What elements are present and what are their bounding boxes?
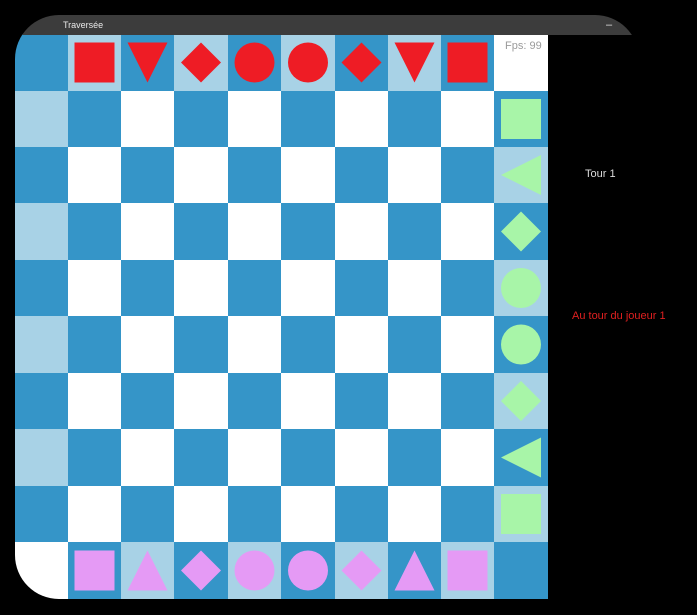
board-cell[interactable] xyxy=(15,486,68,542)
board-cell[interactable] xyxy=(15,316,68,373)
board-cell[interactable] xyxy=(281,316,335,373)
board-cell[interactable] xyxy=(335,147,388,203)
game-window: Traversée – Fps: 99 xyxy=(15,15,639,599)
board-cell[interactable] xyxy=(441,91,494,147)
board-cell[interactable] xyxy=(228,91,281,147)
board-cell[interactable] xyxy=(388,486,441,542)
board-cell[interactable] xyxy=(174,147,228,203)
board-cell[interactable] xyxy=(15,542,68,599)
board-cell[interactable] xyxy=(441,203,494,260)
board-cell[interactable] xyxy=(228,203,281,260)
board-cell[interactable] xyxy=(441,260,494,316)
board-cell[interactable] xyxy=(335,486,388,542)
board-cell[interactable] xyxy=(388,373,441,429)
current-player-label: Au tour du joueur 1 xyxy=(572,310,666,322)
board-cell[interactable] xyxy=(388,316,441,373)
board-cell[interactable] xyxy=(68,429,121,486)
board-cell[interactable] xyxy=(121,260,174,316)
board-cell[interactable] xyxy=(388,260,441,316)
board-cell[interactable] xyxy=(494,542,548,599)
board-cell[interactable] xyxy=(228,316,281,373)
board-cell[interactable] xyxy=(15,203,68,260)
board-cell[interactable] xyxy=(68,373,121,429)
board-cell[interactable] xyxy=(335,429,388,486)
board-svg[interactable] xyxy=(15,34,548,599)
player3-square-piece[interactable] xyxy=(447,550,488,591)
player3-circle-piece[interactable] xyxy=(234,550,275,591)
board-cell[interactable] xyxy=(15,260,68,316)
board-cell[interactable] xyxy=(15,429,68,486)
board-cell[interactable] xyxy=(174,429,228,486)
board-cell[interactable] xyxy=(441,147,494,203)
board-cell[interactable] xyxy=(281,203,335,260)
board-cell[interactable] xyxy=(15,34,68,91)
board-cell[interactable] xyxy=(228,429,281,486)
board-cell[interactable] xyxy=(121,147,174,203)
board-cell[interactable] xyxy=(388,91,441,147)
board-cell[interactable] xyxy=(281,91,335,147)
board-cell[interactable] xyxy=(281,429,335,486)
board-cell[interactable] xyxy=(121,203,174,260)
minimize-button[interactable]: – xyxy=(600,15,618,35)
board-cell[interactable] xyxy=(174,203,228,260)
board-cell[interactable] xyxy=(68,486,121,542)
player2-circle-piece[interactable] xyxy=(501,268,541,308)
board-cell[interactable] xyxy=(121,373,174,429)
player1-circle-piece[interactable] xyxy=(288,42,328,83)
player2-circle-piece[interactable] xyxy=(501,324,541,365)
board-cell[interactable] xyxy=(388,203,441,260)
board-cell[interactable] xyxy=(441,429,494,486)
board-cell[interactable] xyxy=(228,486,281,542)
board-cell[interactable] xyxy=(121,429,174,486)
board-cell[interactable] xyxy=(15,91,68,147)
turn-counter: Tour 1 xyxy=(585,168,616,180)
board-cell[interactable] xyxy=(281,486,335,542)
board-cell[interactable] xyxy=(174,316,228,373)
board-cell[interactable] xyxy=(174,486,228,542)
board-cell[interactable] xyxy=(68,147,121,203)
board-cell[interactable] xyxy=(174,260,228,316)
board-cell[interactable] xyxy=(335,91,388,147)
board-cell[interactable] xyxy=(441,316,494,373)
board-cell[interactable] xyxy=(68,203,121,260)
board-cell[interactable] xyxy=(68,316,121,373)
fps-counter: Fps: 99 xyxy=(505,40,542,52)
board-cell[interactable] xyxy=(121,486,174,542)
board-cell[interactable] xyxy=(174,373,228,429)
board-cell[interactable] xyxy=(335,373,388,429)
board-cell[interactable] xyxy=(68,260,121,316)
board-cell[interactable] xyxy=(441,373,494,429)
board-cell[interactable] xyxy=(15,373,68,429)
board-cell[interactable] xyxy=(15,147,68,203)
board-cell[interactable] xyxy=(388,147,441,203)
player1-square-piece[interactable] xyxy=(447,42,488,83)
player2-square-piece[interactable] xyxy=(501,494,541,534)
board-cell[interactable] xyxy=(441,486,494,542)
board-cell[interactable] xyxy=(281,260,335,316)
board-cell[interactable] xyxy=(388,429,441,486)
board-cell[interactable] xyxy=(228,373,281,429)
player1-circle-piece[interactable] xyxy=(234,42,275,83)
player2-square-piece[interactable] xyxy=(501,99,541,139)
window-title: Traversée xyxy=(63,20,104,30)
player3-circle-piece[interactable] xyxy=(288,550,328,591)
player3-square-piece[interactable] xyxy=(74,550,115,591)
board-cell[interactable] xyxy=(335,203,388,260)
board-cell[interactable] xyxy=(121,316,174,373)
board-cell[interactable] xyxy=(68,91,121,147)
board-cell[interactable] xyxy=(281,373,335,429)
title-bar: Traversée – xyxy=(15,15,639,35)
board-cell[interactable] xyxy=(121,91,174,147)
game-board[interactable] xyxy=(15,34,548,599)
board-cell[interactable] xyxy=(228,147,281,203)
player1-square-piece[interactable] xyxy=(74,42,115,83)
board-cell[interactable] xyxy=(174,91,228,147)
board-cell[interactable] xyxy=(228,260,281,316)
board-cell[interactable] xyxy=(335,316,388,373)
board-cell[interactable] xyxy=(335,260,388,316)
board-cell[interactable] xyxy=(281,147,335,203)
